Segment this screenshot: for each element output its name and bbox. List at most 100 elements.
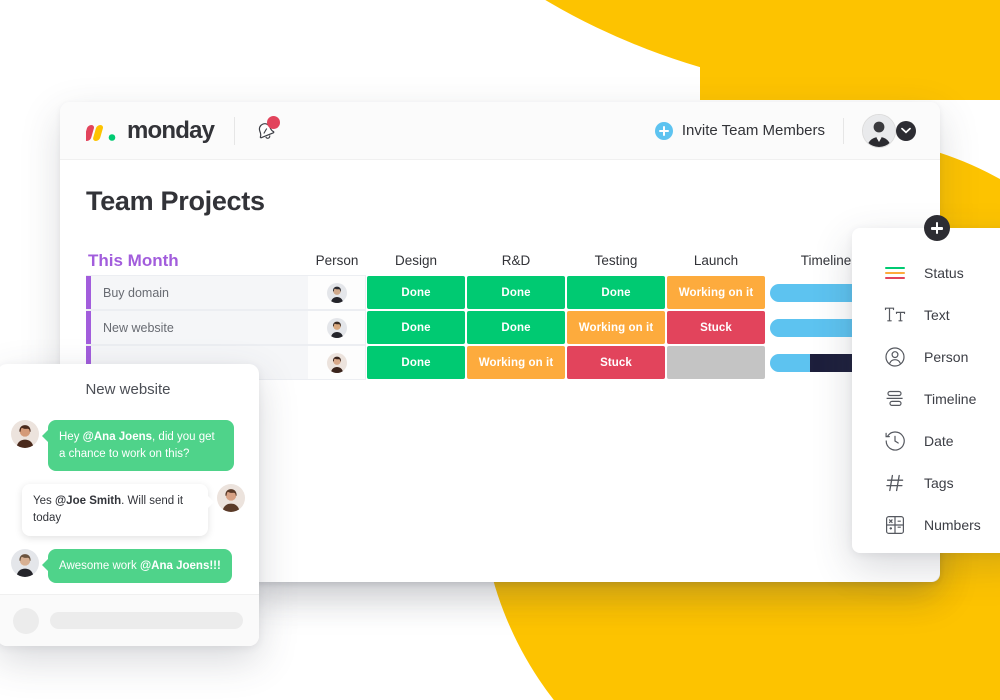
column-type-list: Status Text Person Timeline Date Tags Numbers xyxy=(852,252,1000,546)
column-type-label: Status xyxy=(924,265,964,281)
column-type-label: Tags xyxy=(924,475,954,491)
status-cell[interactable]: Working on it xyxy=(466,345,566,380)
status-chip[interactable]: Working on it xyxy=(667,276,765,309)
monday-logo-text: monday xyxy=(127,116,215,144)
table-row[interactable]: New website Done Done Working on it Stuck xyxy=(86,310,940,345)
timeline-icon xyxy=(884,388,906,410)
status-cell[interactable]: Done xyxy=(466,275,566,310)
column-header-rd[interactable]: R&D xyxy=(466,247,566,275)
chat-input-bar[interactable] xyxy=(0,594,259,646)
add-column-button[interactable] xyxy=(924,215,950,241)
table-row[interactable]: Buy domain Done Done Done Working on it xyxy=(86,275,940,310)
column-header-person[interactable]: Person xyxy=(308,247,366,275)
chevron-down-glyph xyxy=(901,127,911,134)
status-cell[interactable]: Done xyxy=(466,310,566,345)
monday-logo-mark xyxy=(86,124,116,141)
chat-text-part: @Ana Joens!!! xyxy=(139,559,221,572)
column-type-item-text[interactable]: Text xyxy=(852,294,1000,336)
status-lines-icon xyxy=(884,262,906,284)
status-chip[interactable]: Done xyxy=(367,311,465,344)
chat-input-field[interactable] xyxy=(50,612,243,629)
avatar-photo xyxy=(863,114,895,147)
column-type-item-timeline[interactable]: Timeline xyxy=(852,378,1000,420)
timeline-progress-light xyxy=(770,318,854,337)
group-title[interactable]: This Month xyxy=(86,251,179,270)
row-name-cell[interactable]: New website xyxy=(86,310,308,345)
column-type-label: Text xyxy=(924,307,950,323)
person-cell[interactable] xyxy=(308,345,366,380)
invite-team-members-button[interactable]: Invite Team Members xyxy=(654,121,825,140)
status-chip[interactable]: Done xyxy=(367,276,465,309)
chat-text-part: Hey xyxy=(59,431,83,443)
chat-bubble: Awesome work @Ana Joens!!! xyxy=(42,548,232,584)
status-chip[interactable]: Working on it xyxy=(467,346,565,379)
status-chip[interactable]: Done xyxy=(467,276,565,309)
column-type-menu: Status Text Person Timeline Date Tags Numbers xyxy=(852,215,1000,553)
header-divider xyxy=(234,116,236,145)
status-cell[interactable]: Done xyxy=(366,345,466,380)
column-header-design[interactable]: Design xyxy=(366,247,466,275)
invite-label: Invite Team Members xyxy=(681,122,825,139)
plus-circle-icon xyxy=(654,121,673,140)
avatar-man-3 xyxy=(11,548,39,577)
chat-text-part: @Joe Smith xyxy=(54,495,122,508)
avatar-woman-2 xyxy=(11,420,39,448)
status-cell[interactable]: Done xyxy=(366,310,466,345)
user-avatar-menu[interactable] xyxy=(862,113,916,148)
column-type-item-tags[interactable]: Tags xyxy=(852,462,1000,504)
person-cell[interactable] xyxy=(308,310,366,345)
status-chip[interactable]: Done xyxy=(367,346,465,379)
bell-badge-dot xyxy=(267,115,281,129)
chat-title: New website xyxy=(85,381,171,398)
status-cell[interactable]: Done xyxy=(366,275,466,310)
column-header-launch[interactable]: Launch xyxy=(666,247,766,275)
chat-bubble: Yes @Joe Smith. Will send it today xyxy=(22,484,214,536)
row-name-label: New website xyxy=(103,320,174,335)
chat-message: Awesome work @Ana Joens!!! xyxy=(11,548,245,584)
table-header-row: This Month Person Design R&D Testing Lau… xyxy=(86,247,940,275)
avatar-man-2 xyxy=(326,317,347,338)
avatar-woman-3 xyxy=(217,484,245,513)
column-type-item-date[interactable]: Date xyxy=(852,420,1000,462)
column-type-item-numbers[interactable]: Numbers xyxy=(852,504,1000,546)
person-cell[interactable] xyxy=(308,275,366,310)
monday-logo[interactable]: monday xyxy=(86,116,215,145)
table-main: This Month Person Design R&D Testing Lau… xyxy=(86,247,940,380)
column-type-label: Timeline xyxy=(924,391,977,407)
bell-icon[interactable] xyxy=(253,115,281,144)
avatar-woman-1 xyxy=(326,352,347,373)
screenshot-root: Person Design R&D Testing Launch Timelin… xyxy=(0,0,1000,700)
status-chip[interactable]: Working on it xyxy=(567,311,665,344)
status-chip[interactable] xyxy=(667,346,765,379)
status-chip[interactable]: Stuck xyxy=(667,311,765,344)
chat-popup-arrow xyxy=(135,364,157,367)
person-circle-icon xyxy=(884,346,906,368)
chat-text-part: Yes xyxy=(33,495,55,508)
status-cell[interactable]: Stuck xyxy=(666,310,766,345)
status-cell[interactable]: Stuck xyxy=(566,345,666,380)
status-chip[interactable]: Done xyxy=(467,311,565,344)
status-cell[interactable]: Working on it xyxy=(666,275,766,310)
chat-text-part: @Ana Joens xyxy=(82,431,153,443)
yellow-top-shape-fill xyxy=(700,0,1000,100)
column-type-item-status[interactable]: Status xyxy=(852,252,1000,294)
status-chip[interactable]: Done xyxy=(567,276,665,309)
status-cell[interactable]: Done xyxy=(566,275,666,310)
status-cell[interactable]: Working on it xyxy=(566,310,666,345)
chevron-down-icon[interactable] xyxy=(896,120,916,141)
column-header-testing[interactable]: Testing xyxy=(566,247,666,275)
chat-bubble: Hey @Ana Joens, did you get a chance to … xyxy=(42,420,234,472)
column-type-item-person[interactable]: Person xyxy=(852,336,1000,378)
status-cell[interactable] xyxy=(666,345,766,380)
app-header: monday Invite Team Members xyxy=(60,102,940,160)
column-type-label: Person xyxy=(924,349,969,365)
column-type-label: Date xyxy=(924,433,954,449)
row-name-cell[interactable]: Buy domain xyxy=(86,275,308,310)
chat-popup: New website Hey @Ana Joens, did you get … xyxy=(0,364,259,646)
status-chip[interactable]: Stuck xyxy=(567,346,665,379)
board-group: This Month Person Design R&D Testing Lau… xyxy=(86,247,940,380)
chat-message-list: Hey @Ana Joens, did you get a chance to … xyxy=(0,398,259,584)
header-right: Invite Team Members xyxy=(654,113,916,148)
page-title: Team Projects xyxy=(86,186,265,216)
group-title-cell: This Month xyxy=(86,251,308,271)
